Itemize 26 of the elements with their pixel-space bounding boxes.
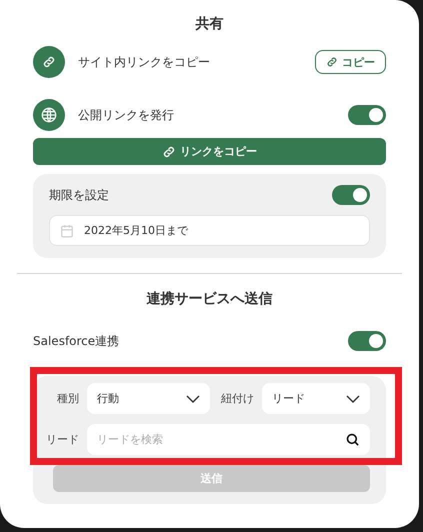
field-label: 種別 bbox=[56, 391, 80, 406]
search-icon bbox=[345, 432, 360, 447]
link-icon bbox=[42, 55, 56, 69]
copy-link-button[interactable]: リンクをコピー bbox=[33, 138, 386, 165]
chevron-down-icon bbox=[346, 394, 360, 402]
toggle-switch[interactable] bbox=[348, 105, 386, 125]
globe-icon bbox=[41, 107, 57, 123]
calendar-icon bbox=[60, 224, 74, 238]
field-label: リード bbox=[45, 432, 80, 447]
link-icon bbox=[326, 56, 338, 68]
toggle-switch[interactable] bbox=[348, 331, 386, 351]
chevron-down-icon bbox=[186, 394, 200, 402]
row-label: 公開リンクを発行 bbox=[78, 106, 175, 124]
field-label: 紐付け bbox=[220, 391, 255, 406]
section-title: 連携サービスへ送信 bbox=[146, 290, 274, 309]
search-field[interactable]: リードを検索 bbox=[87, 424, 370, 455]
section-title: 共有 bbox=[194, 15, 224, 34]
date-field[interactable]: 2022年5月10日まで bbox=[49, 215, 370, 246]
row-label: 期限を設定 bbox=[49, 186, 110, 204]
copy-button[interactable]: コピー bbox=[315, 50, 386, 74]
link-icon bbox=[162, 144, 176, 158]
toggle-switch[interactable] bbox=[332, 185, 370, 205]
type-select[interactable]: 行動 bbox=[87, 383, 210, 414]
row-label: サイト内リンクをコピー bbox=[78, 54, 211, 70]
row-label: Salesforce連携 bbox=[33, 332, 120, 350]
link-select[interactable]: リード bbox=[262, 383, 370, 414]
